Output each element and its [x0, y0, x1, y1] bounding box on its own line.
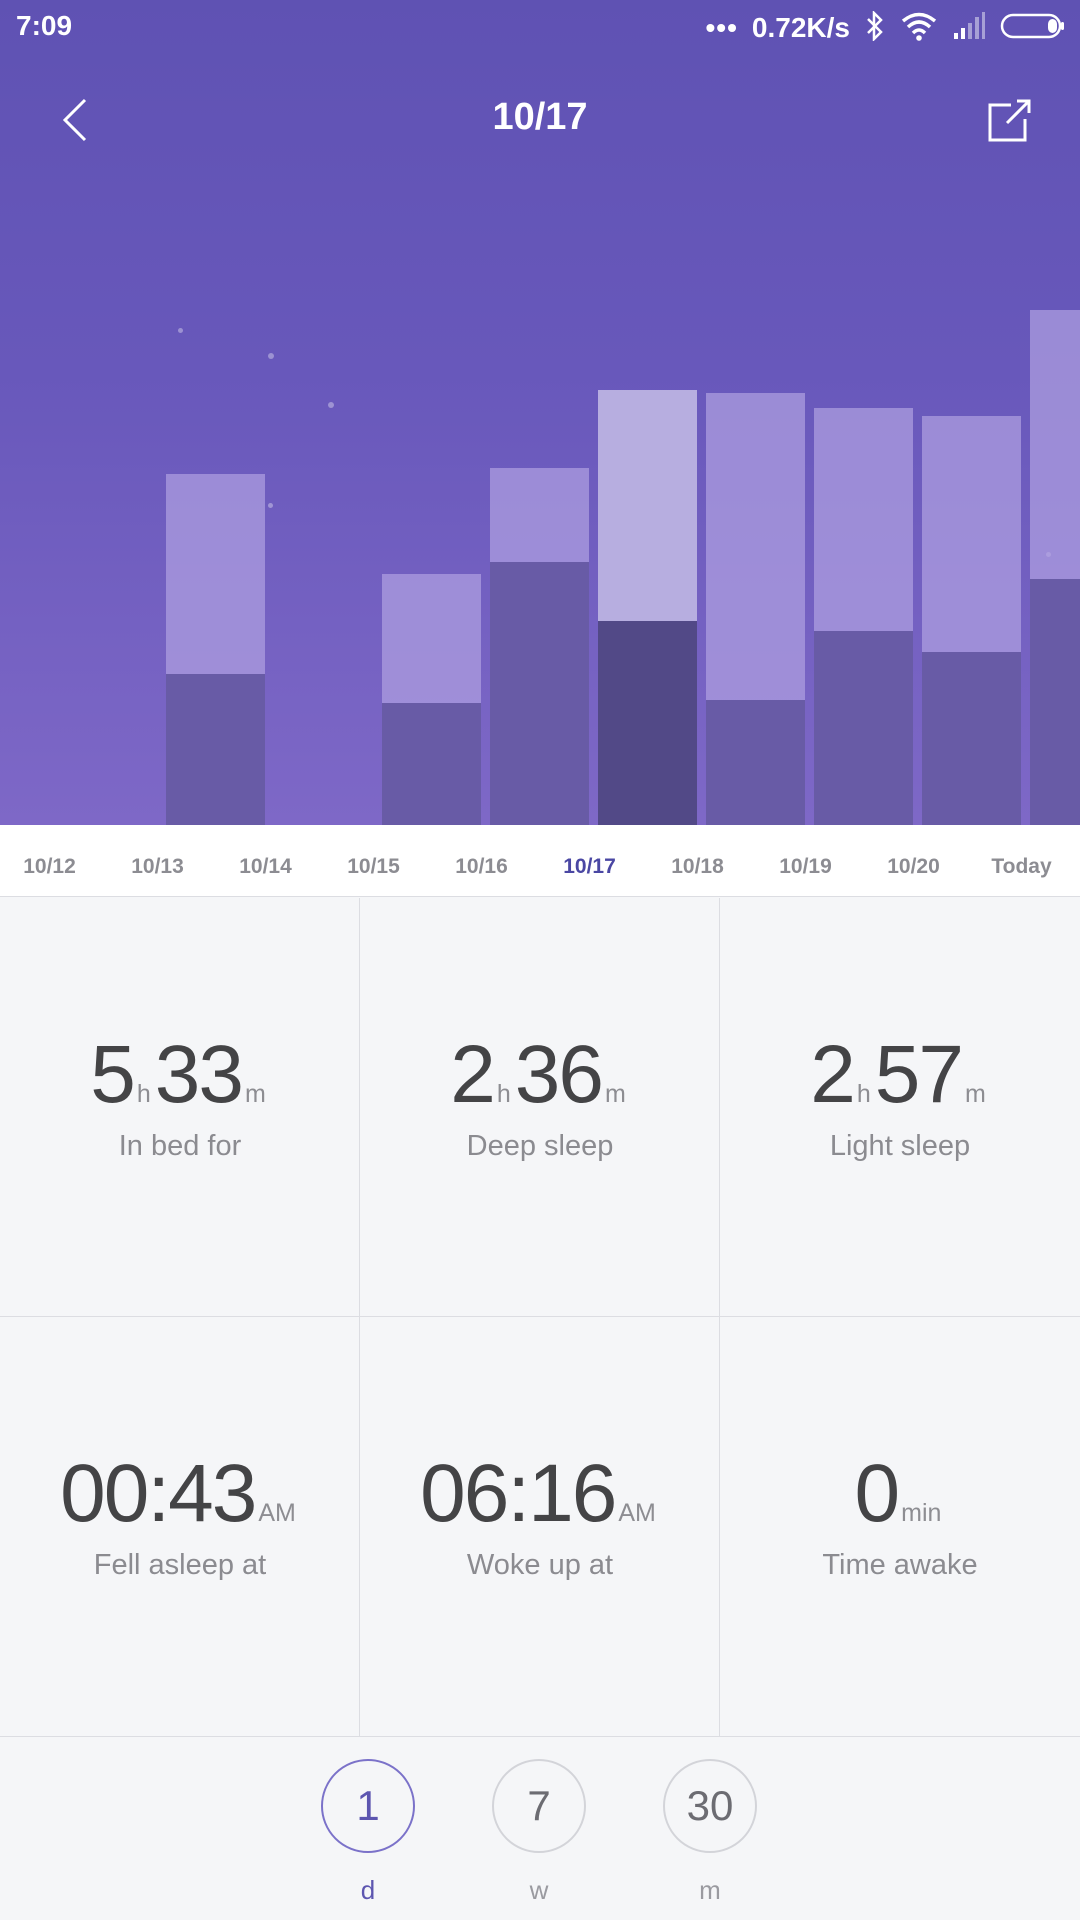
stat-label: Light sleep: [829, 1130, 971, 1162]
stat-number: 33: [154, 1029, 244, 1120]
stat-unit: m: [244, 1080, 266, 1108]
date-label-10-17[interactable]: 10/17: [540, 855, 640, 879]
stat-number: 2: [450, 1029, 496, 1120]
stat-value: 2 h36 m: [360, 1028, 720, 1122]
date-label-10-15[interactable]: 10/15: [324, 855, 424, 879]
stat-woke-up-at: 06:16 AM Woke up at: [360, 1317, 720, 1736]
network-speed: 0.72K/s: [751, 12, 850, 43]
stat-unit: m: [604, 1080, 626, 1108]
date-label-10-18[interactable]: 10/18: [648, 855, 748, 879]
deep-sleep-segment: [490, 562, 589, 825]
period-button-m[interactable]: 30: [663, 1759, 757, 1853]
date-label-10-12[interactable]: 10/12: [0, 855, 100, 879]
stat-label: Fell asleep at: [93, 1549, 267, 1581]
stat-value: 06:16 AM: [360, 1447, 720, 1541]
light-sleep-segment: [706, 393, 805, 700]
stat-fell-asleep-at: 00:43 AM Fell asleep at: [0, 1317, 360, 1736]
date-label-10-16[interactable]: 10/16: [432, 855, 532, 879]
deep-sleep-segment: [814, 631, 913, 825]
deep-sleep-segment: [166, 674, 265, 825]
period-button-w[interactable]: 7: [492, 1759, 586, 1853]
stat-label: Woke up at: [466, 1549, 614, 1581]
deep-sleep-segment: [382, 703, 481, 825]
stat-unit: AM: [258, 1499, 296, 1527]
battery-icon: [1000, 11, 1066, 46]
stat-unit: h: [856, 1080, 871, 1108]
signal-icon: [952, 11, 986, 46]
stat-unit: h: [136, 1080, 151, 1108]
stat-value: 0 min: [720, 1447, 1080, 1541]
page-title: 10/17: [492, 96, 588, 138]
stat-value: 5 h33 m: [0, 1028, 360, 1122]
stat-value: 2 h57 m: [720, 1028, 1080, 1122]
period-button-d[interactable]: 1: [321, 1759, 415, 1853]
share-button[interactable]: [982, 94, 1036, 148]
light-sleep-segment: [1030, 310, 1080, 579]
stat-unit: min: [901, 1499, 942, 1527]
date-label-10-19[interactable]: 10/19: [756, 855, 856, 879]
status-time: 7:09: [16, 10, 73, 41]
period-label-d: d: [360, 1875, 376, 1905]
deep-sleep-segment: [598, 621, 697, 825]
status-bar: 7:09 ••• 0.72K/s: [0, 0, 1080, 56]
bluetooth-icon: [864, 9, 886, 46]
more-dots-icon: •••: [705, 12, 738, 43]
stat-in-bed-for: 5 h33 m In bed for: [0, 898, 360, 1317]
deep-sleep-segment: [706, 700, 805, 825]
stat-light-sleep: 2 h57 m Light sleep: [720, 898, 1080, 1317]
stat-label: Time awake: [822, 1549, 978, 1581]
date-label-10-14[interactable]: 10/14: [216, 855, 316, 879]
light-sleep-segment: [922, 416, 1021, 652]
deep-sleep-segment: [922, 652, 1021, 825]
stat-unit: AM: [618, 1499, 656, 1527]
wifi-icon: [900, 11, 938, 46]
stat-number: 0: [854, 1448, 901, 1539]
sleep-chart-header: 7:09 ••• 0.72K/s 10/17: [0, 0, 1080, 825]
date-label-10-20[interactable]: 10/20: [864, 855, 964, 879]
share-icon: [988, 99, 1031, 142]
stat-label: Deep sleep: [466, 1130, 614, 1162]
light-sleep-segment: [490, 468, 589, 562]
stat-value: 00:43 AM: [0, 1447, 360, 1541]
top-nav: 10/17: [0, 80, 1080, 160]
stat-number: 57: [874, 1029, 964, 1120]
light-sleep-segment: [814, 408, 913, 631]
stat-deep-sleep: 2 h36 m Deep sleep: [360, 898, 720, 1317]
period-selector: 1 d 7 w 30 m: [0, 1736, 1080, 1920]
light-sleep-segment: [166, 474, 265, 674]
light-sleep-segment: [598, 390, 697, 621]
stat-time-awake: 0 min Time awake: [720, 1317, 1080, 1736]
stat-unit: h: [496, 1080, 511, 1108]
stat-number: 36: [514, 1029, 604, 1120]
light-sleep-segment: [382, 574, 481, 703]
sleep-stats-grid: 5 h33 m In bed for 2 h36 m Deep sleep 2 h57 m Light…: [0, 898, 1080, 1736]
date-label-today[interactable]: Today: [972, 855, 1072, 879]
stat-number: 5: [90, 1029, 136, 1120]
date-axis: 10/12 10/13 10/14 10/15 10/16 10/17 10/18 10/19…: [0, 825, 1080, 897]
stat-number: 06:16: [420, 1448, 617, 1539]
stat-label: In bed for: [118, 1130, 242, 1162]
period-label-m: m: [699, 1875, 721, 1905]
deep-sleep-segment: [1030, 579, 1080, 825]
period-label-w: w: [529, 1875, 549, 1905]
stat-unit: m: [964, 1080, 986, 1108]
stat-number: 00:43: [60, 1448, 257, 1539]
date-label-10-13[interactable]: 10/13: [108, 855, 208, 879]
stat-number: 2: [810, 1029, 856, 1120]
